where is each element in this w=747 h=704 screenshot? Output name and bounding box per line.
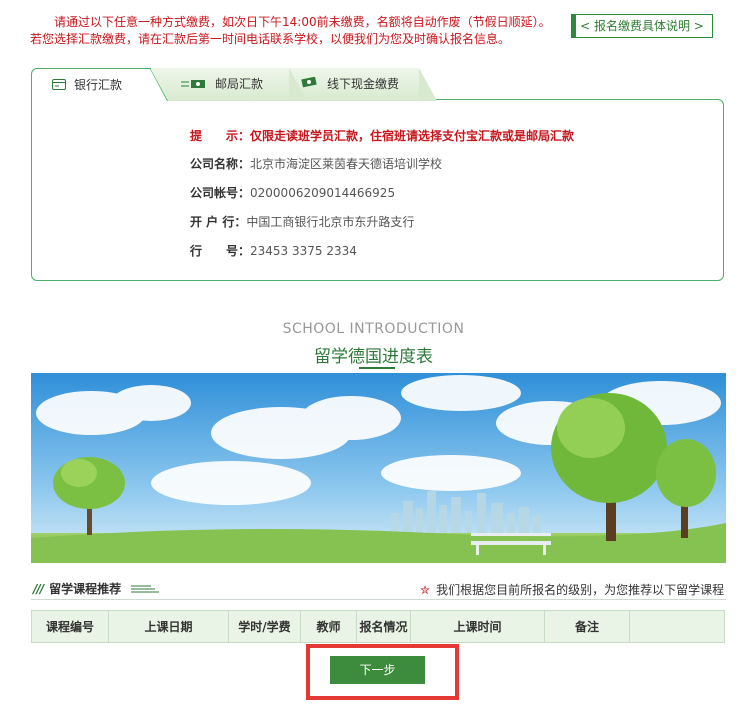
lines-decoration-icon: [131, 583, 160, 597]
course-recommend-title: /// 留学课程推荐: [33, 580, 160, 597]
col-teacher: 教师: [300, 610, 357, 643]
tip-value: 仅限走读班学员汇款，住宿班请选择支付宝汇款或是邮局汇款: [250, 129, 575, 143]
company-key: 公司名称：: [190, 157, 251, 171]
intro-chinese-title: 留学德国进度表: [314, 347, 433, 367]
company-name-row: 公司名称：北京市海淀区莱茵春天德语培训学校: [190, 156, 442, 172]
col-course-id: 课程编号: [31, 610, 109, 643]
col-blank: [629, 610, 725, 643]
table-header-row: 课程编号 上课日期 学时/学费 教师 报名情况 上课时间 备注: [31, 610, 725, 643]
col-enrollment: 报名情况: [356, 610, 411, 643]
notice-line-1: 请通过以下任意一种方式缴费，如次日下午14:00前未缴费，名额将自动作废（节假日…: [54, 15, 551, 29]
bank-value: 中国工商银行北京市东升路支行: [246, 215, 415, 229]
landscape-banner: [31, 373, 726, 563]
tab-postal-remittance[interactable]: 邮局汇款: [149, 68, 307, 101]
bank-card-icon: [52, 70, 66, 102]
tab-cash-label: 线下现金缴费: [327, 77, 400, 91]
payment-details-button[interactable]: < 报名缴费具体说明 >: [571, 14, 713, 38]
title-underline: [359, 367, 395, 369]
col-hours-fee: 学时/学费: [228, 610, 301, 643]
recommend-title-text: 留学课程推荐: [49, 582, 122, 596]
bank-branch-row: 开 户 行：中国工商银行北京市东升路支行: [190, 214, 414, 230]
col-remarks: 备注: [544, 610, 630, 643]
code-value: 23453 3375 2334: [250, 244, 357, 258]
star-icon: ✮: [420, 583, 431, 597]
payment-notice: 请通过以下任意一种方式缴费，如次日下午14:00前未缴费，名额将自动作废（节假日…: [30, 14, 570, 48]
col-start-date: 上课日期: [108, 610, 229, 643]
account-value: 0200006209014466925: [250, 186, 396, 200]
postal-order-icon: [181, 69, 207, 101]
account-key: 公司帐号：: [190, 186, 251, 200]
company-value: 北京市海淀区莱茵春天德语培训学校: [250, 157, 443, 171]
tab-bank-transfer[interactable]: 银行汇款: [31, 68, 168, 102]
tab-post-label: 邮局汇款: [215, 77, 264, 91]
code-key: 行 号：: [190, 244, 251, 258]
tip-row: 提 示：仅限走读班学员汇款，住宿班请选择支付宝汇款或是邮局汇款: [190, 128, 574, 144]
bank-key: 开 户 行：: [190, 215, 247, 229]
tab-bank-label: 银行汇款: [74, 78, 123, 92]
next-step-button[interactable]: 下一步: [330, 656, 425, 684]
intro-english-title: SCHOOL INTRODUCTION: [282, 321, 465, 337]
tip-key: 提 示：: [190, 129, 251, 143]
payment-tabs: 银行汇款 邮局汇款 线下现金缴费: [31, 68, 437, 102]
account-row: 公司帐号：0200006209014466925: [190, 185, 395, 201]
recommend-note-text: 我们根据您目前所报名的级别，为您推荐以下留学课程: [436, 583, 725, 597]
landscape-illustration: [31, 373, 726, 563]
recommend-note: ✮ 我们根据您目前所报名的级别，为您推荐以下留学课程: [420, 581, 724, 598]
slashes-icon: ///: [33, 582, 44, 596]
divider: [31, 599, 726, 600]
notice-line-2: 若您选择汇款缴费，请在汇款后第一时间电话联系学校，以便我们为您及时确认报名信息。: [30, 32, 511, 46]
bank-transfer-panel: 提 示：仅限走读班学员汇款，住宿班请选择支付宝汇款或是邮局汇款 公司名称：北京市…: [31, 99, 724, 281]
col-class-time: 上课时间: [410, 610, 545, 643]
bank-code-row: 行 号：23453 3375 2334: [190, 243, 357, 259]
course-table: 课程编号 上课日期 学时/学费 教师 报名情况 上课时间 备注: [31, 610, 725, 643]
